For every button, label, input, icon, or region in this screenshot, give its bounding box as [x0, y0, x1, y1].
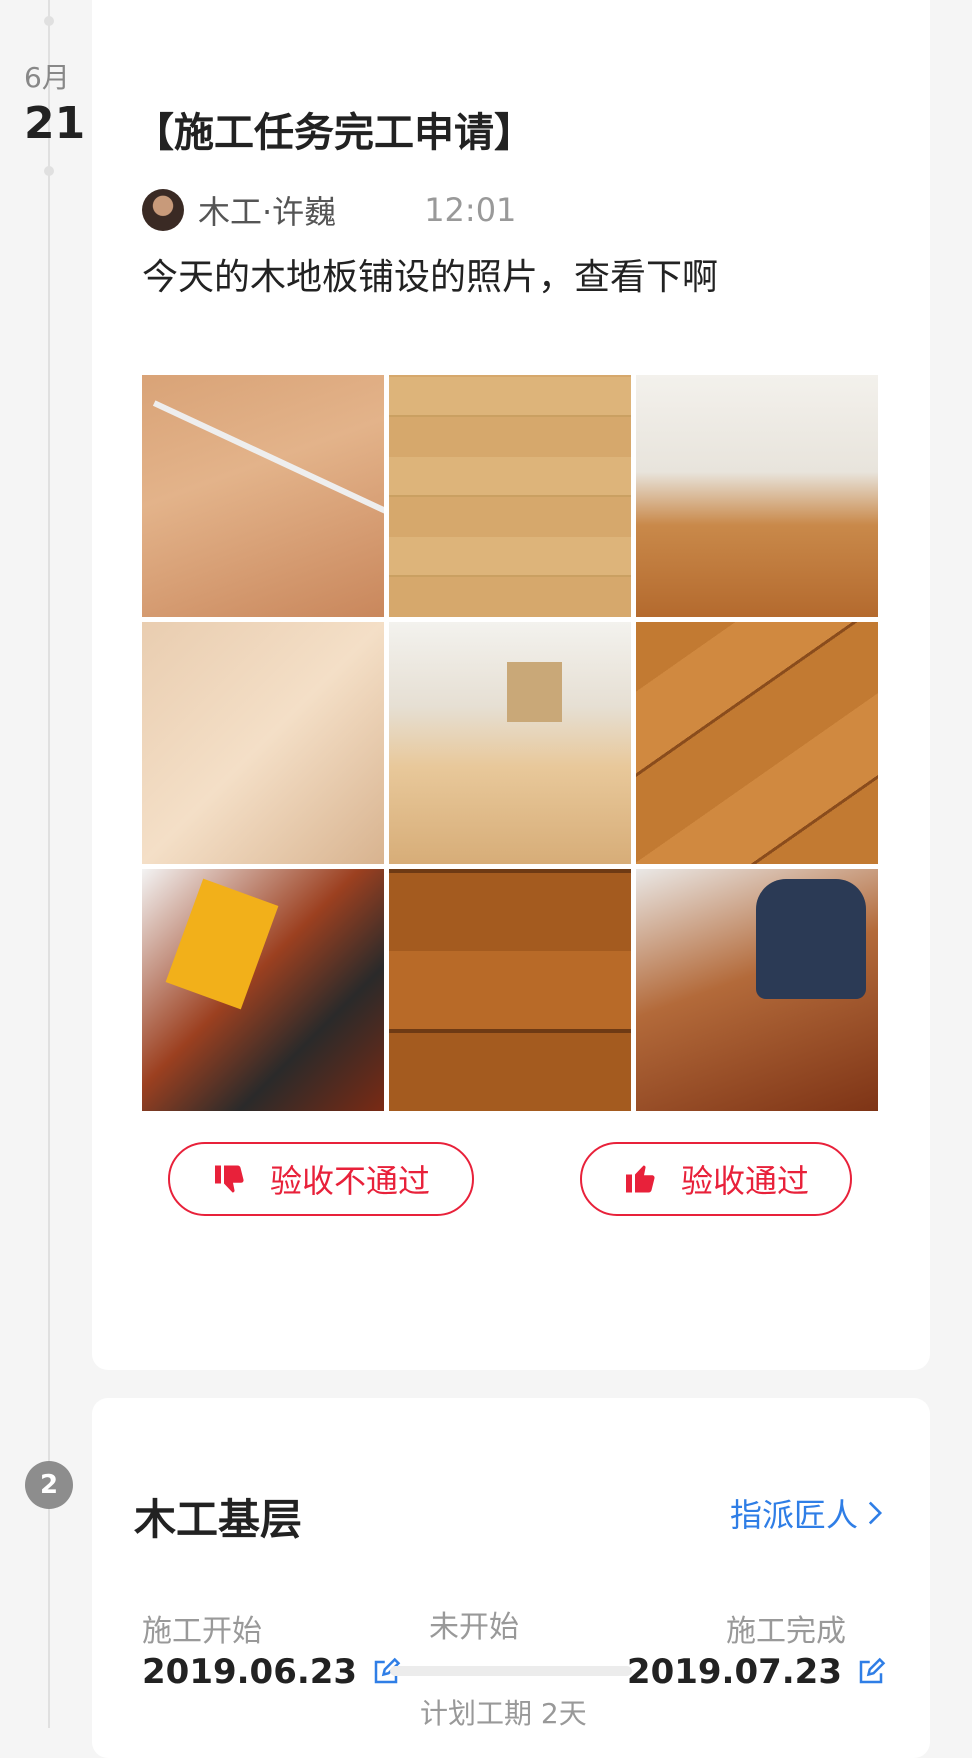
photo-thumbnail[interactable]: [389, 622, 631, 864]
stage-card: 木工基层 指派匠人 施工开始 2019.06.23 未开始 计划工期 2天 施工…: [92, 1398, 930, 1758]
edit-icon[interactable]: [856, 1657, 886, 1687]
date-month: 6月: [24, 61, 70, 94]
stage-title: 木工基层: [134, 1495, 303, 1544]
photo-grid: [142, 375, 878, 1111]
reject-label: 验收不通过: [269, 1162, 430, 1200]
end-date-value: 2019.07.23: [626, 1652, 842, 1692]
photo-thumbnail[interactable]: [389, 869, 631, 1111]
thumbs-down-icon: [214, 1165, 244, 1193]
post-time: 12:01: [424, 191, 517, 229]
date-day: 21: [24, 98, 86, 149]
photo-thumbnail[interactable]: [636, 869, 878, 1111]
avatar[interactable]: [142, 189, 184, 231]
progress-bar: [390, 1666, 632, 1676]
assign-craftsman-link[interactable]: 指派匠人: [730, 1490, 884, 1536]
approve-button[interactable]: 验收通过: [580, 1142, 852, 1216]
end-date-field[interactable]: 2019.07.23: [627, 1652, 886, 1692]
start-date-field[interactable]: 2019.06.23: [142, 1652, 401, 1692]
start-date-value: 2019.06.23: [142, 1652, 358, 1692]
chevron-right-icon: [868, 1501, 883, 1525]
start-label: 施工开始: [142, 1614, 262, 1649]
status-text: 未开始: [429, 1610, 519, 1645]
photo-thumbnail[interactable]: [142, 869, 384, 1111]
photo-thumbnail[interactable]: [636, 622, 878, 864]
card-title: 【施工任务完工申请】: [134, 110, 534, 156]
photo-thumbnail[interactable]: [142, 622, 384, 864]
timeline-dot: [44, 16, 54, 26]
timeline-dot: [44, 166, 54, 176]
approve-label: 验收通过: [680, 1162, 809, 1200]
end-label: 施工完成: [726, 1614, 846, 1649]
plan-duration: 计划工期 2天: [420, 1697, 587, 1730]
photo-thumbnail[interactable]: [636, 375, 878, 617]
author-row: 木工·许巍 12:01: [142, 188, 516, 232]
photo-thumbnail[interactable]: [389, 375, 631, 617]
reject-button[interactable]: 验收不通过: [168, 1142, 474, 1216]
photo-thumbnail[interactable]: [142, 375, 384, 617]
step-badge: 2: [25, 1461, 73, 1509]
message-text: 今天的木地板铺设的照片，查看下啊: [142, 257, 719, 298]
assign-label: 指派匠人: [729, 1496, 858, 1534]
thumbs-up-icon: [625, 1165, 655, 1193]
author-name: 木工·许巍: [198, 193, 337, 231]
task-completion-card: 【施工任务完工申请】 木工·许巍 12:01 今天的木地板铺设的照片，查看下啊 …: [92, 0, 930, 1370]
